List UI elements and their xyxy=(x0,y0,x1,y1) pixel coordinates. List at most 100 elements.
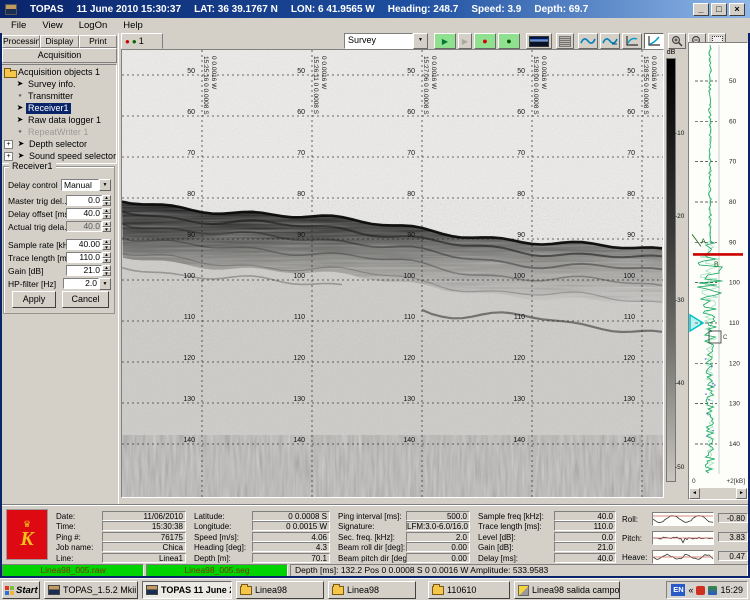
spin-down-icon[interactable]: ▼ xyxy=(102,245,111,251)
minimize-button[interactable]: _ xyxy=(693,3,709,16)
tray-app-icon[interactable] xyxy=(696,586,705,595)
ascan-travel-time-label: 50 xyxy=(729,78,737,85)
spin-down-icon[interactable]: ▼ xyxy=(102,214,111,220)
spinner[interactable]: ▲▼ xyxy=(102,252,111,263)
taskbar-button[interactable]: Linea98 xyxy=(236,581,324,599)
taskbar-button[interactable]: 110610 xyxy=(428,581,510,599)
taskbar-button[interactable]: TOPAS 11 June 201... xyxy=(142,581,232,599)
tray-network-icon[interactable] xyxy=(708,586,717,595)
status-field-label: Beam pitch dir [deg]: xyxy=(338,554,404,563)
marker-b-label[interactable]: B xyxy=(714,261,719,268)
spin-down-icon[interactable]: ▼ xyxy=(102,271,111,277)
echo-travel-time-label: 140 xyxy=(403,437,415,444)
tree-item[interactable]: ➤Receiver1 xyxy=(3,102,116,114)
plot-view2-button[interactable] xyxy=(644,33,664,49)
tree-item[interactable]: ●RepeatWriter 1 xyxy=(3,126,116,138)
taskbar-button[interactable]: Linea98 salida campo de ... xyxy=(514,581,620,599)
scroll-right-icon[interactable]: ► xyxy=(736,488,747,499)
topas-icon xyxy=(146,585,158,595)
tray-chevrons-icon[interactable]: « xyxy=(688,585,693,595)
start-button[interactable]: Start xyxy=(2,581,40,599)
plot-view-button[interactable] xyxy=(622,33,642,49)
echo-travel-time-label: 50 xyxy=(517,68,525,75)
field-input[interactable]: 40.0 xyxy=(66,208,102,219)
taskbar-button[interactable]: Linea98 xyxy=(328,581,416,599)
tab-acquisition[interactable]: Acquisition xyxy=(2,48,117,63)
spinner[interactable]: ▲▼ xyxy=(102,208,111,219)
trace-view2-button[interactable] xyxy=(600,33,620,49)
adjust-display-button[interactable] xyxy=(556,33,574,49)
zoom-in-button[interactable] xyxy=(668,33,686,49)
pause-button[interactable]: ▶ xyxy=(458,33,472,49)
status-field-value: 0.0 xyxy=(554,532,616,542)
tab-print[interactable]: Print xyxy=(79,35,117,48)
dropdown-arrow-icon[interactable]: ▼ xyxy=(99,179,111,191)
menu-view[interactable]: View xyxy=(35,19,69,32)
expander-icon[interactable]: + xyxy=(4,140,13,149)
spinner[interactable]: ▲▼ xyxy=(102,195,111,206)
raw-file-badge: Linea98_005.raw xyxy=(2,564,144,577)
echogram-view-tab[interactable]: ● ● 1 xyxy=(121,33,163,49)
survey-mode-combo[interactable]: Survey ▼ xyxy=(344,33,428,49)
tree-item[interactable]: ➤Survey info. xyxy=(3,78,116,90)
tab-processing[interactable]: Processing xyxy=(2,35,40,48)
menu-help[interactable]: Help xyxy=(116,19,150,32)
waveform-icon xyxy=(602,36,618,46)
marker-a-label[interactable]: A xyxy=(701,238,706,245)
tree-item[interactable]: Acquisition objects 1 xyxy=(3,66,116,78)
tree-item-label: RepeatWriter 1 xyxy=(26,127,90,138)
record-seg-button[interactable]: ● xyxy=(498,33,520,49)
echo-travel-time-label: 120 xyxy=(623,355,635,362)
field-input[interactable]: 2.0 xyxy=(63,278,99,289)
start-pinging-button[interactable]: ▶ xyxy=(434,33,456,49)
menu-file[interactable]: File xyxy=(4,19,33,32)
echogram-panel[interactable]: 506070809010011012013014015:25:16 0 0.00… xyxy=(121,49,664,498)
maximize-button[interactable]: □ xyxy=(711,3,727,16)
tree-item[interactable]: ●Transmitter xyxy=(3,90,116,102)
trace-scrollbar[interactable]: ◄ ► xyxy=(689,488,747,499)
spinner[interactable]: ▲▼ xyxy=(102,239,111,250)
spin-down-icon[interactable]: ▼ xyxy=(102,227,111,233)
echo-travel-time-label: 130 xyxy=(403,396,415,403)
ascan-travel-time-label: 60 xyxy=(729,118,737,125)
echo-travel-time-label: 80 xyxy=(517,191,525,198)
field-input[interactable]: 40.00 xyxy=(66,239,102,250)
echo-travel-time-label: 110 xyxy=(184,314,195,321)
apply-button[interactable]: Apply xyxy=(12,291,56,308)
trace-view-button[interactable] xyxy=(578,33,598,49)
acquisition-tree: Acquisition objects 1➤Survey info.●Trans… xyxy=(1,64,117,164)
taskbar-button-label: TOPAS 11 June 201... xyxy=(161,585,232,595)
dropdown-arrow-icon[interactable]: ▼ xyxy=(413,33,428,49)
taskbar-button[interactable]: TOPAS_1.5.2 Mkii xyxy=(44,581,138,599)
field-input[interactable]: 110.0 xyxy=(66,252,102,263)
record-raw-button[interactable]: ● xyxy=(474,33,496,49)
spin-down-icon[interactable]: ▼ xyxy=(102,201,111,207)
app-icon xyxy=(5,4,17,15)
receiver-field-row: Master trig del...0.0▲▼ xyxy=(8,194,111,207)
field-input[interactable]: 21.0 xyxy=(66,265,102,276)
survey-combo-value[interactable]: Survey xyxy=(344,33,413,49)
language-indicator[interactable]: EN xyxy=(671,584,685,596)
echo-travel-time-label: 70 xyxy=(297,150,305,157)
marker-c-label[interactable]: C xyxy=(723,335,728,341)
tab-display[interactable]: Display xyxy=(40,35,78,48)
expander-icon[interactable]: + xyxy=(4,152,13,161)
waterfall-display-button[interactable] xyxy=(526,33,552,49)
spin-down-icon[interactable]: ▼ xyxy=(102,258,111,264)
echogram-image[interactable]: 506070809010011012013014015:25:16 0 0.00… xyxy=(122,50,663,497)
delay-control-select[interactable]: Manual xyxy=(61,179,99,191)
record-status-icon: ● xyxy=(125,37,130,46)
dropdown-arrow-icon[interactable]: ▼ xyxy=(99,278,111,290)
tree-item[interactable]: +➤Depth selector xyxy=(3,138,116,150)
scroll-left-icon[interactable]: ◄ xyxy=(689,488,700,499)
spinner[interactable]: ▲▼ xyxy=(102,265,111,276)
field-input[interactable]: 0.0 xyxy=(66,195,102,206)
spinner[interactable]: ▲▼ xyxy=(102,221,111,232)
echo-travel-time-label: 60 xyxy=(297,109,305,116)
echo-ping-time-label: 15:25:16 0 0.0008 S xyxy=(202,56,209,115)
close-button[interactable]: × xyxy=(729,3,745,16)
menu-logon[interactable]: LogOn xyxy=(72,19,115,32)
tree-item[interactable]: ➤Raw data logger 1 xyxy=(3,114,116,126)
cancel-button[interactable]: Cancel xyxy=(62,291,109,308)
single-trace-panel[interactable]: 5060708090100110120130140ABC0+2[kB] ◄ ► xyxy=(688,42,748,500)
